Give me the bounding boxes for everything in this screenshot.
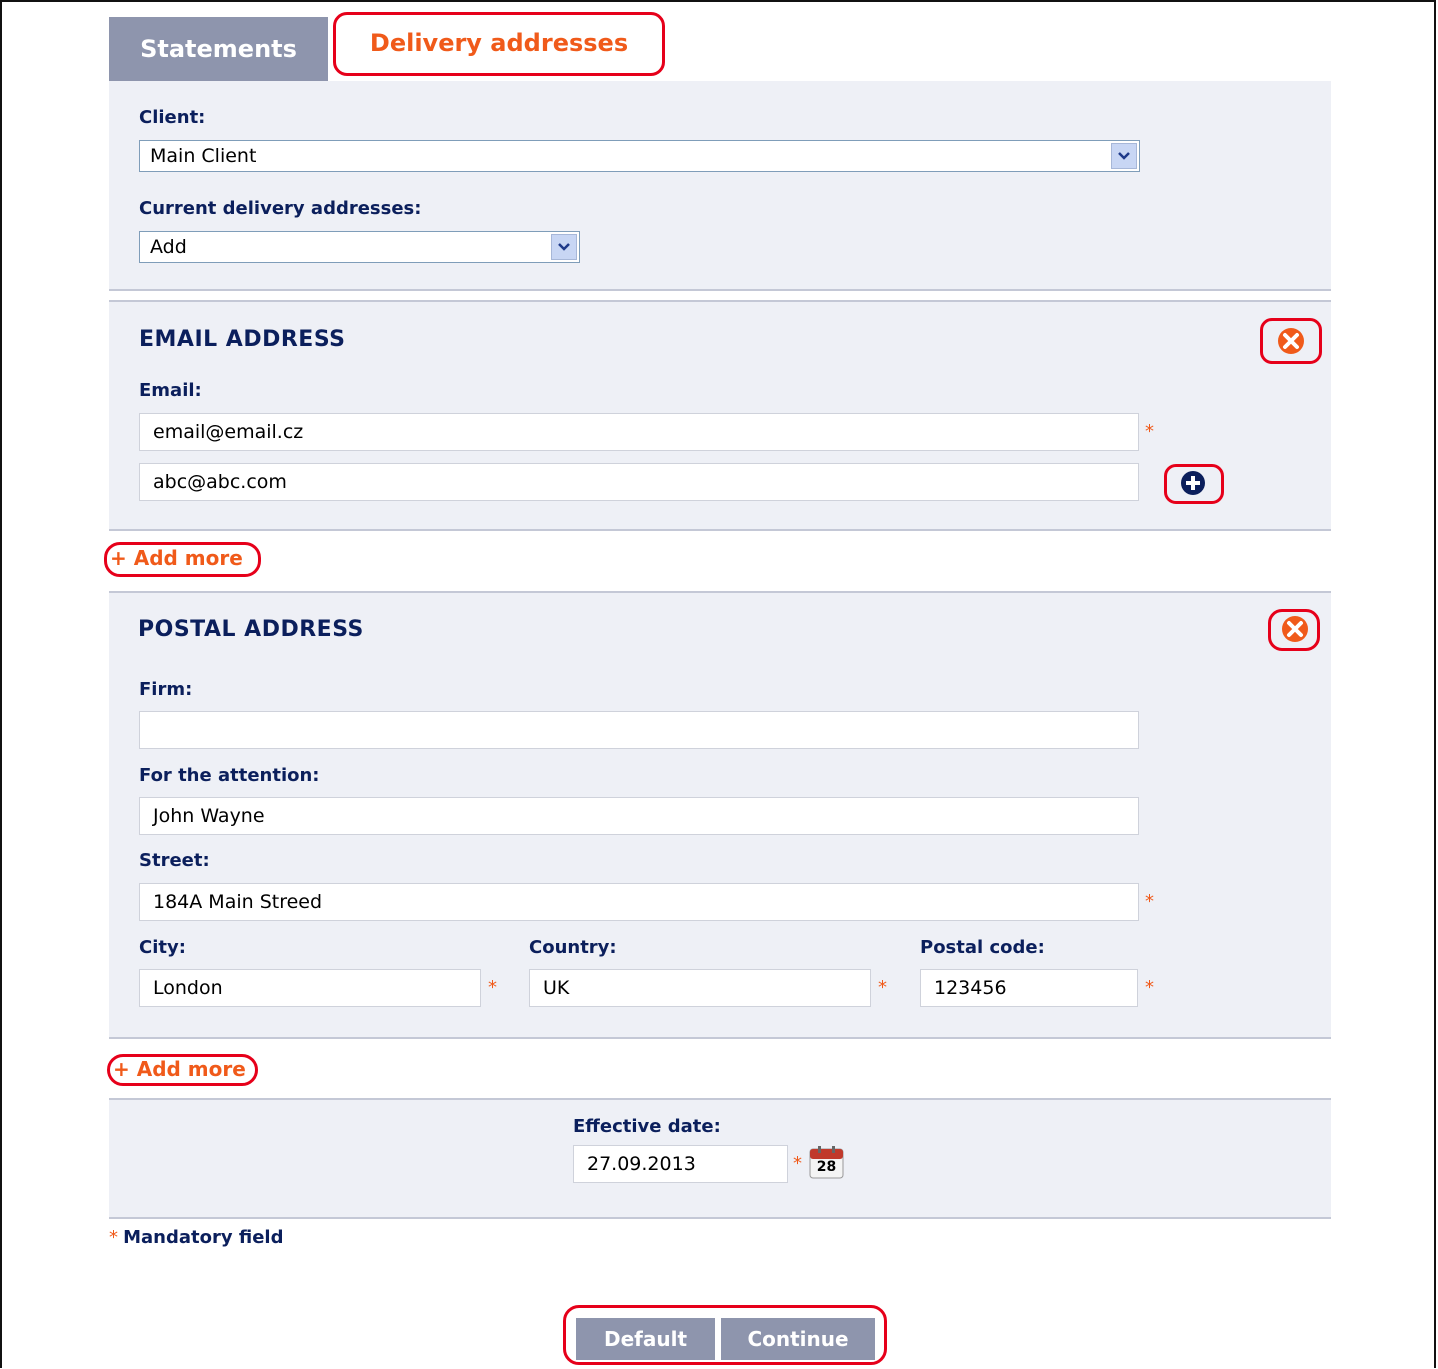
postal-code-field[interactable]: 123456: [920, 969, 1138, 1007]
postal-section-title: POSTAL ADDRESS: [138, 617, 364, 642]
highlight-ring: [563, 1305, 887, 1365]
required-star: *: [109, 1227, 118, 1248]
mandatory-note: * Mandatory field: [109, 1227, 283, 1248]
chevron-down-icon[interactable]: [1111, 143, 1137, 169]
required-star: *: [878, 977, 887, 998]
chevron-down-icon[interactable]: [551, 234, 577, 260]
divider: [109, 1037, 1331, 1039]
required-star: *: [488, 977, 497, 998]
current-addresses-label: Current delivery addresses:: [139, 198, 422, 219]
city-label: City:: [139, 937, 186, 958]
divider: [109, 300, 1331, 302]
calendar-day: 28: [816, 1159, 837, 1175]
current-addresses-select[interactable]: Add: [139, 231, 580, 263]
firm-label: Firm:: [139, 679, 193, 700]
highlight-ring: [1260, 318, 1322, 364]
city-field[interactable]: London: [139, 969, 481, 1007]
effective-date-field[interactable]: 27.09.2013: [573, 1145, 788, 1183]
postal-code-label: Postal code:: [920, 937, 1045, 958]
street-label: Street:: [139, 850, 210, 871]
client-select[interactable]: Main Client: [139, 140, 1140, 172]
attention-label: For the attention:: [139, 765, 320, 786]
current-addresses-value: Add: [150, 236, 187, 258]
client-select-value: Main Client: [150, 145, 257, 167]
divider: [109, 591, 1331, 593]
firm-field[interactable]: [139, 711, 1139, 749]
highlight-ring: [1268, 609, 1320, 651]
effective-date-label: Effective date:: [573, 1116, 721, 1137]
required-star: *: [1145, 421, 1154, 442]
country-label: Country:: [529, 937, 617, 958]
divider: [109, 529, 1331, 531]
country-field[interactable]: UK: [529, 969, 871, 1007]
highlight-ring: [104, 542, 261, 577]
required-star: *: [1145, 891, 1154, 912]
divider: [109, 1098, 1331, 1100]
highlight-ring: [333, 12, 665, 76]
client-label: Client:: [139, 107, 206, 128]
divider: [109, 289, 1331, 291]
email-label: Email:: [139, 380, 202, 401]
required-star: *: [793, 1153, 802, 1174]
highlight-ring: [1164, 464, 1224, 504]
divider: [109, 1217, 1331, 1219]
highlight-ring: [107, 1054, 258, 1086]
email-section-title: EMAIL ADDRESS: [139, 327, 346, 352]
email-field-1[interactable]: email@email.cz: [139, 413, 1139, 451]
required-star: *: [1145, 977, 1154, 998]
street-field[interactable]: 184A Main Streed: [139, 883, 1139, 921]
mandatory-note-text: Mandatory field: [123, 1227, 284, 1248]
attention-field[interactable]: John Wayne: [139, 797, 1139, 835]
tab-statements[interactable]: Statements: [109, 17, 328, 81]
email-field-2[interactable]: abc@abc.com: [139, 463, 1139, 501]
calendar-icon[interactable]: 28: [809, 1145, 844, 1179]
